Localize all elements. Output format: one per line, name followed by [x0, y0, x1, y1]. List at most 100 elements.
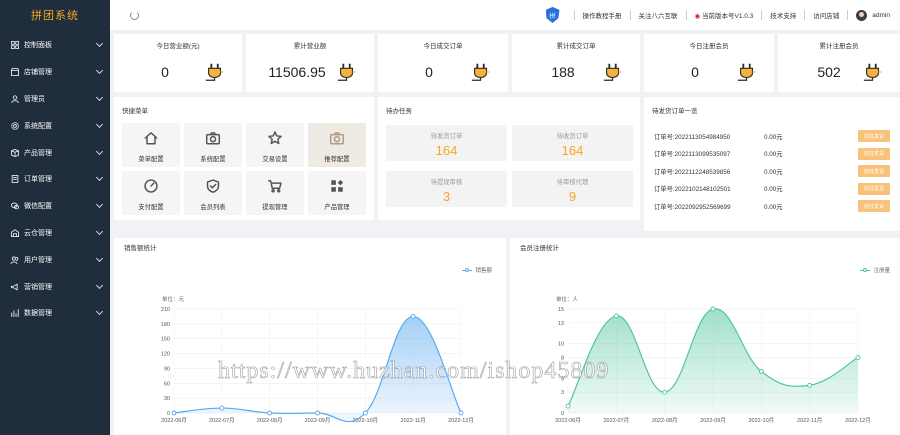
sidebar-item-label: 数据管理: [24, 310, 52, 318]
task-count: 9: [568, 189, 577, 204]
sidebar-item-label: 用户管理: [24, 256, 52, 264]
data-point[interactable]: [171, 410, 177, 416]
task-card[interactable]: 待发货订单 164: [386, 125, 507, 161]
sidebar-item-wechat[interactable]: 微信配置: [0, 193, 110, 220]
brand-badge-text: 拼: [549, 13, 556, 20]
home-icon: [143, 130, 159, 146]
refresh-icon[interactable]: [130, 10, 139, 20]
sidebar-item-settings[interactable]: 系统配置: [0, 112, 110, 139]
plug-icon: [862, 61, 884, 83]
data-point[interactable]: [613, 313, 619, 319]
quick-menu-item[interactable]: 交易设置: [246, 123, 304, 167]
stat-card: 今日成交订单 0: [378, 34, 508, 92]
sidebar-item-user[interactable]: 用户管理: [0, 246, 110, 273]
sales-chart: 0 30 60 90 120 150 180 210 2022-06月 2022-07月 2022-…: [161, 307, 474, 424]
sidebar-item-warehouse[interactable]: 云仓管理: [0, 220, 110, 247]
y-tick-label: 180: [161, 322, 170, 328]
data-point[interactable]: [662, 389, 668, 395]
task-card[interactable]: 待提现审核 3: [386, 171, 507, 207]
quick-menu-item[interactable]: 推荐配置: [308, 123, 366, 167]
x-tick-label: 2022-07月: [603, 417, 629, 424]
avatar[interactable]: [856, 9, 868, 21]
chevron-down-icon: [95, 120, 104, 128]
dashboard-icon: [10, 40, 20, 50]
x-tick-label: 2022-11月: [797, 417, 822, 424]
chevron-down-icon: [95, 67, 104, 75]
task-card[interactable]: 待审核代理 9: [512, 171, 633, 207]
series-area: [568, 308, 858, 413]
quick-menu-item[interactable]: 会员列表: [184, 171, 242, 215]
task-card[interactable]: 待收货订单 164: [512, 125, 633, 161]
y-tick-label: 10: [558, 342, 564, 348]
y-tick-label: 5: [561, 376, 564, 382]
manual-link[interactable]: 操作教程手册: [575, 10, 630, 20]
order-amount: 0.00元: [764, 168, 783, 176]
quick-menu-label: 会员列表: [200, 204, 226, 211]
ship-button[interactable]: 前往发货: [858, 182, 890, 195]
sidebar-item-label: 订单管理: [24, 176, 52, 184]
shield-check-icon: [205, 178, 221, 194]
follow-link[interactable]: 关注八六互联: [631, 10, 686, 20]
order-row: 订单号:2022112248539856 0.00元 前往发货: [654, 164, 890, 178]
data-point[interactable]: [565, 403, 571, 409]
x-tick-label: 2022-06月: [161, 417, 187, 424]
weibo-icon: ◉: [694, 13, 702, 20]
version-link[interactable]: ◉ 当前版本号V1.0.3: [687, 10, 762, 20]
y-tick-label: 3: [561, 390, 564, 396]
warehouse-icon: [10, 228, 20, 238]
quick-menu-item[interactable]: 支付配置: [122, 171, 180, 215]
y-tick-label: 60: [164, 381, 170, 387]
wechat-icon: [10, 201, 20, 211]
sidebar-item-data[interactable]: 数据管理: [0, 300, 110, 327]
sidebar-item-dashboard[interactable]: 控制面板: [0, 32, 110, 59]
quick-menu-label: 菜单配置: [138, 156, 164, 163]
sidebar-item-product[interactable]: 产品管理: [0, 139, 110, 166]
x-tick-label: 2022-10月: [748, 417, 774, 424]
camera-icon: [329, 130, 345, 146]
x-tick-label: 2022-11月: [401, 417, 426, 424]
ship-button[interactable]: 前往发货: [858, 147, 890, 160]
y-tick-label: 30: [164, 396, 170, 402]
stat-value: 0: [691, 64, 699, 80]
quick-menu-item[interactable]: 提现管理: [246, 171, 304, 215]
plug-icon: [470, 61, 492, 83]
quick-menu-item[interactable]: 菜单配置: [122, 123, 180, 167]
data-point[interactable]: [267, 410, 273, 416]
sidebar-item-marketing[interactable]: 营销管理: [0, 273, 110, 300]
data-point[interactable]: [855, 355, 861, 360]
stat-value: 0: [425, 64, 433, 80]
y-tick-label: 150: [161, 337, 170, 343]
ship-button[interactable]: 前往发货: [858, 165, 890, 177]
quick-menu-item[interactable]: 系统配置: [184, 123, 242, 167]
data-point[interactable]: [315, 410, 320, 416]
sidebar-item-admin[interactable]: 管理员: [0, 86, 110, 113]
sidebar-item-label: 营销管理: [24, 283, 52, 291]
data-point[interactable]: [219, 405, 225, 411]
username[interactable]: admin: [872, 12, 890, 19]
stat-card: 累计注册会员 502: [778, 34, 900, 92]
data-point[interactable]: [758, 368, 764, 374]
ship-button[interactable]: 前往发货: [858, 130, 890, 142]
marketing-icon: [10, 282, 20, 292]
data-point[interactable]: [807, 382, 813, 388]
sidebar-item-order[interactable]: 订单管理: [0, 166, 110, 193]
y-tick-label: 15: [558, 307, 564, 313]
data-point[interactable]: [410, 313, 416, 319]
y-tick-label: 0: [561, 411, 564, 417]
data-point[interactable]: [458, 410, 464, 416]
x-tick-label: 2022-09月: [700, 417, 726, 424]
data-point[interactable]: [362, 410, 368, 416]
data-point[interactable]: [710, 306, 716, 312]
website-link[interactable]: 访问店铺: [805, 10, 847, 20]
order-row: 订单号:2022092952569699 0.00元 前往发货: [654, 199, 890, 213]
ship-button[interactable]: 前往发货: [858, 200, 890, 212]
support-link[interactable]: 技术支持: [762, 10, 804, 20]
quick-menu-item[interactable]: 产品管理: [308, 171, 366, 215]
stat-card: 累计营业额 11506.95: [246, 34, 374, 92]
chevron-down-icon: [95, 40, 104, 48]
x-tick-label: 2022-12月: [845, 417, 871, 424]
sidebar-item-label: 产品管理: [24, 149, 52, 157]
sidebar-item-shop[interactable]: 店铺管理: [0, 59, 110, 86]
stat-title: 累计营业额: [293, 43, 327, 50]
order-amount: 0.00元: [764, 133, 783, 141]
